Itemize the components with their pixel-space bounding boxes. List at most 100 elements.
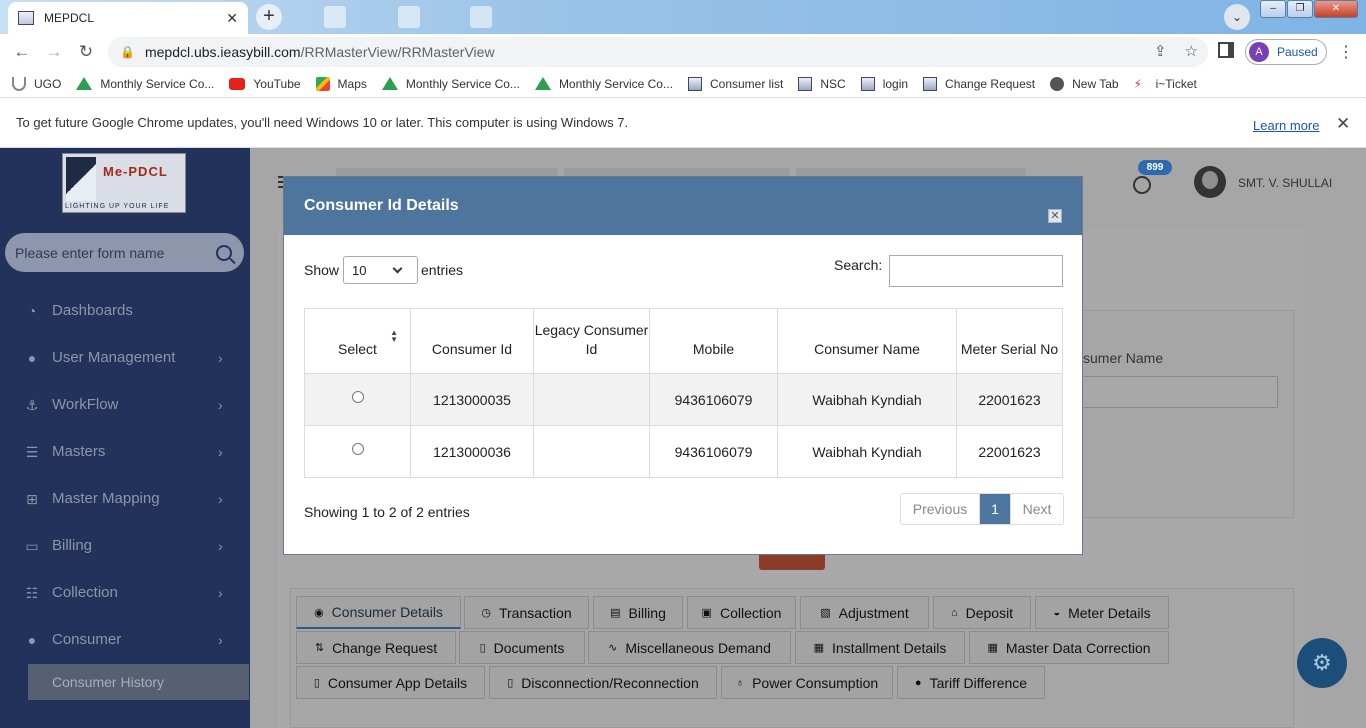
previous-page-button[interactable]: Previous: [901, 494, 980, 524]
modal-close-icon[interactable]: ✕: [1048, 209, 1062, 223]
next-page-button[interactable]: Next: [1010, 494, 1063, 524]
bookmark-item[interactable]: Monthly Service Co...: [534, 77, 673, 91]
table-search-input[interactable]: [889, 255, 1063, 287]
entries-length-select[interactable]: 10: [343, 256, 418, 284]
back-icon[interactable]: ←: [6, 42, 38, 62]
browser-tab[interactable]: MEPDCL ✕: [8, 2, 248, 34]
circle-icon: ●: [914, 676, 922, 689]
tab-consumer-details[interactable]: ◉ Consumer Details: [296, 596, 461, 629]
reload-icon[interactable]: ↻: [70, 42, 102, 62]
profile-status: Paused: [1277, 45, 1318, 59]
tab-master-data-correction[interactable]: ▦ Master Data Correction: [969, 631, 1169, 664]
sidebar-item-consumer[interactable]: ● Consumer ›: [0, 616, 250, 663]
select-radio[interactable]: [351, 442, 364, 455]
consumer-name-input[interactable]: [1078, 376, 1278, 408]
bookmark-item[interactable]: Monthly Service Co...: [76, 77, 214, 91]
profile-button[interactable]: A Paused: [1245, 39, 1327, 65]
sidebar-subitem-consumer-history[interactable]: Consumer History: [28, 664, 249, 700]
globe-icon: [1050, 76, 1065, 91]
column-header-consumer-name[interactable]: Consumer Name: [777, 308, 957, 374]
bookmark-item[interactable]: NSC: [798, 76, 846, 91]
infobar-close-icon[interactable]: ✕: [1336, 114, 1350, 134]
share-icon[interactable]: ⇪: [1154, 42, 1167, 60]
user-name[interactable]: SMT. V. SHULLAI: [1238, 176, 1332, 190]
column-header-consumer-id[interactable]: Consumer Id: [410, 308, 534, 374]
profile-avatar: A: [1249, 42, 1269, 62]
meter-serial-cell: 22001623: [956, 373, 1063, 426]
dashboard-icon: ◔: [27, 302, 37, 319]
bookmark-item[interactable]: Consumer list: [687, 76, 783, 91]
omnibox[interactable]: 🔒 mepdcl.ubs.ieasybill.com /RRMasterView…: [108, 37, 1208, 67]
tab-collection[interactable]: ▣ Collection: [687, 596, 796, 629]
sidebar-item-collection[interactable]: ☷ Collection ›: [0, 569, 250, 616]
tab-installment-details[interactable]: ▦ Installment Details: [795, 631, 965, 664]
bookmark-star-icon[interactable]: ☆: [1185, 42, 1198, 60]
forward-icon[interactable]: →: [38, 42, 70, 62]
tab-transaction[interactable]: ◷ Transaction: [464, 596, 589, 629]
tab-documents[interactable]: ▯ Documents: [459, 631, 585, 664]
settings-button[interactable]: ⚙: [1297, 638, 1347, 688]
column-header-select[interactable]: Select ▲ ▼: [304, 308, 411, 374]
bookmark-item[interactable]: Maps: [315, 76, 367, 91]
bookmark-item[interactable]: UGO: [12, 76, 61, 91]
monitor-icon: ▭: [25, 537, 39, 554]
bookmark-item[interactable]: Monthly Service Co...: [381, 77, 520, 91]
address-toolbar: ← → ↻ 🔒 mepdcl.ubs.ieasybill.com /RRMast…: [0, 34, 1366, 70]
sidebar-item-masters[interactable]: ☰ Masters ›: [0, 428, 250, 475]
browser-tab-strip: MEPDCL ✕ + ⌄ – ❐ ✕: [0, 0, 1366, 34]
bookmark-item[interactable]: YouTube: [229, 77, 301, 91]
clock-icon[interactable]: [1133, 176, 1151, 194]
app-icon: [923, 76, 938, 91]
maximize-button[interactable]: ❐: [1287, 0, 1313, 18]
tab-power-consumption[interactable]: ♁ Power Consumption: [721, 666, 893, 699]
pulse-icon: ∿: [608, 642, 618, 654]
tab-billing[interactable]: ▤ Billing: [593, 596, 683, 629]
sidebar-item-workflow[interactable]: ⚓ WorkFlow ›: [0, 381, 250, 428]
bookmarks-bar: UGO Monthly Service Co... YouTube Maps M…: [0, 70, 1366, 98]
bookmark-item[interactable]: ⚡ i~Ticket: [1134, 77, 1197, 91]
bookmark-item[interactable]: login: [860, 76, 908, 91]
tab-disconnection-reconnection[interactable]: ▯ Disconnection/Reconnection: [489, 666, 717, 699]
sidebar-item-user-management[interactable]: ● User Management ›: [0, 334, 250, 381]
table-row[interactable]: 1213000036 9436106079 Waibhah Kyndiah 22…: [304, 425, 1063, 478]
learn-more-link[interactable]: Learn more: [1253, 118, 1319, 133]
tab-tariff-difference[interactable]: ● Tariff Difference: [897, 666, 1045, 699]
form-search-input[interactable]: [15, 244, 210, 261]
tab-deposit[interactable]: ⌂ Deposit: [933, 596, 1031, 629]
side-panel-icon[interactable]: [1218, 42, 1234, 58]
sidebar-item-billing[interactable]: ▭ Billing ›: [0, 522, 250, 569]
update-infobar: To get future Google Chrome updates, you…: [0, 98, 1366, 148]
tab-close-icon[interactable]: ✕: [226, 10, 238, 27]
search-icon[interactable]: [216, 244, 232, 261]
chevron-right-icon: ›: [218, 349, 223, 366]
bookmark-item[interactable]: Change Request: [923, 76, 1035, 91]
table-row[interactable]: 1213000035 9436106079 Waibhah Kyndiah 22…: [304, 373, 1063, 426]
tab-meter-details[interactable]: ◒ Meter Details: [1035, 596, 1169, 629]
column-header-legacy-consumer-id[interactable]: Legacy Consumer Id: [533, 308, 650, 374]
page-1-button[interactable]: 1: [980, 494, 1010, 524]
window-controls: – ❐ ✕: [1260, 0, 1359, 18]
new-tab-button[interactable]: +: [256, 4, 282, 30]
infobar-text: To get future Google Chrome updates, you…: [16, 115, 629, 130]
select-cell: [304, 425, 411, 478]
sidebar-item-dashboards[interactable]: ◔ Dashboards: [0, 287, 250, 334]
tab-adjustment[interactable]: ▧ Adjustment: [800, 596, 929, 629]
anchor-icon: ⚓: [25, 396, 39, 413]
tab-search-button[interactable]: ⌄: [1224, 4, 1250, 30]
sidebar-item-master-mapping[interactable]: ⊞ Master Mapping ›: [0, 475, 250, 522]
consumer-id-cell: 1213000035: [410, 373, 534, 426]
minimize-button[interactable]: –: [1260, 0, 1286, 18]
window-close-button[interactable]: ✕: [1314, 0, 1358, 18]
form-search: [5, 233, 244, 272]
select-radio[interactable]: [351, 390, 364, 403]
bookmark-item[interactable]: New Tab: [1050, 76, 1119, 91]
column-header-meter-serial-no[interactable]: Meter Serial No: [956, 308, 1063, 374]
tab-consumer-app-details[interactable]: ▯ Consumer App Details: [296, 666, 485, 699]
image-icon: ▧: [820, 607, 831, 619]
column-header-mobile[interactable]: Mobile: [649, 308, 778, 374]
tab-change-request[interactable]: ⇅ Change Request: [296, 631, 456, 664]
chevron-right-icon: ›: [218, 396, 223, 413]
chrome-menu-icon[interactable]: ⋮: [1338, 42, 1354, 62]
tab-miscellaneous-demand[interactable]: ∿ Miscellaneous Demand: [588, 631, 791, 664]
avatar[interactable]: [1194, 166, 1226, 198]
